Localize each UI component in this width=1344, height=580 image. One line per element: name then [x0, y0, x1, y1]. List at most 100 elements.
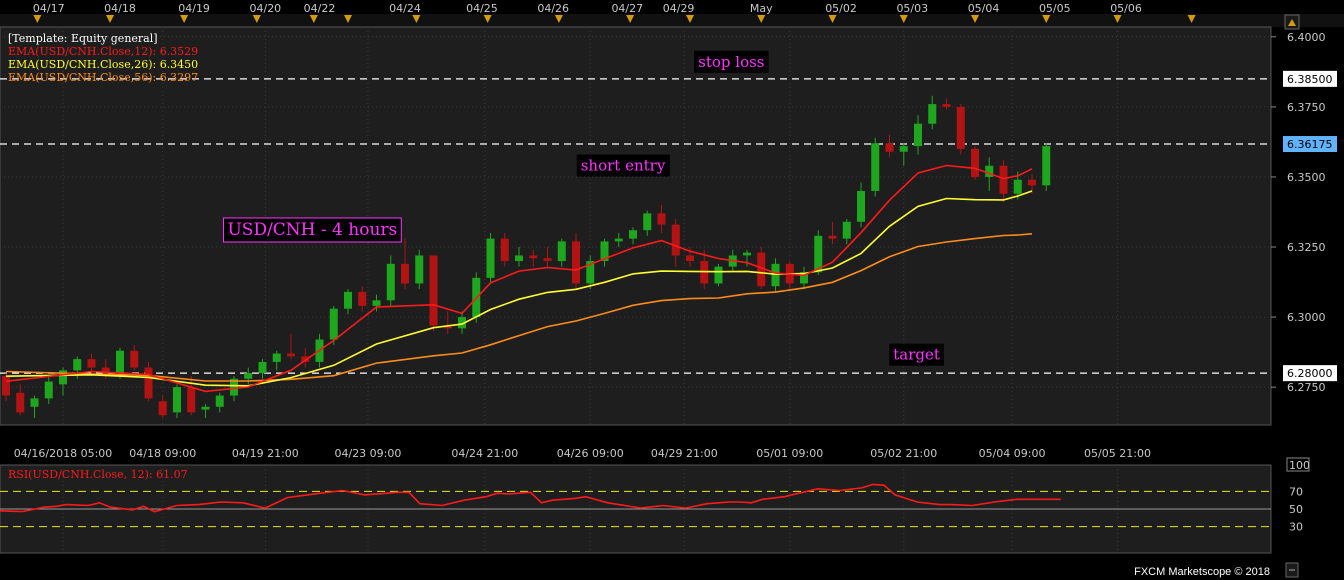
candle: [828, 235, 837, 239]
top-date-label: 04/18: [104, 2, 136, 15]
candle: [187, 387, 196, 413]
candle: [671, 224, 680, 256]
annotation-target: target: [893, 346, 940, 364]
y-tick-label: 6.3000: [1287, 311, 1326, 324]
candle: [714, 266, 723, 284]
annotation-usd-cnh-4-hours: USD/CNH - 4 hours: [227, 220, 397, 240]
candle: [30, 398, 39, 407]
candle: [486, 238, 495, 278]
candle: [116, 350, 124, 374]
corner-handle-icon[interactable]: [1285, 562, 1299, 578]
candle: [557, 241, 566, 262]
candle: [515, 255, 523, 262]
top-date-label: 04/24: [389, 2, 421, 15]
legend-ema26: EMA(USD/CNH.Close,26): 6.3450: [8, 58, 198, 71]
candle: [1028, 179, 1036, 186]
scroll-arrow-icon[interactable]: [1284, 14, 1300, 30]
candle: [500, 238, 509, 262]
candle: [842, 221, 851, 239]
candle: [543, 258, 552, 262]
top-date-label: 04/20: [249, 2, 281, 15]
candle: [999, 165, 1008, 194]
candle: [372, 300, 381, 306]
candle: [16, 392, 25, 413]
annotation-short-entry: short entry: [581, 157, 666, 175]
top-date-label: May: [750, 2, 773, 15]
top-date-label: 04/26: [537, 2, 569, 15]
top-date-label: 05/05: [1039, 2, 1071, 15]
candle: [401, 263, 409, 284]
candle: [144, 367, 153, 399]
y-tick-label: 6.3250: [1287, 241, 1326, 254]
candle: [130, 350, 139, 368]
candle: [329, 308, 338, 340]
candle: [686, 255, 694, 262]
legend-ema56: EMA(USD/CNH.Close,56): 6.3297: [8, 71, 198, 84]
candle: [173, 387, 181, 413]
candle: [942, 104, 951, 107]
rsi-tick-label: 30: [1289, 521, 1303, 534]
bottom-time-label: 04/16/2018 05:00: [14, 447, 113, 460]
y-tick-label: 6.3500: [1287, 171, 1326, 184]
candle: [287, 353, 295, 357]
candle: [643, 213, 652, 231]
candle: [44, 381, 53, 399]
level-price-label: 6.38500: [1287, 73, 1333, 86]
candle: [272, 353, 281, 362]
candle: [914, 123, 922, 147]
top-date-label: 04/27: [611, 2, 643, 15]
candle: [1013, 179, 1022, 194]
candle: [73, 359, 82, 371]
candle: [358, 291, 367, 306]
candle: [771, 263, 780, 287]
footer-copyright: FXCM Marketscope © 2018: [1134, 566, 1270, 578]
level-price-label: 6.28000: [1287, 367, 1333, 380]
bottom-time-label: 05/04 09:00: [979, 447, 1046, 460]
y-tick-label: 6.2750: [1287, 381, 1326, 394]
candle: [244, 373, 253, 379]
bottom-time-label: 05/02 21:00: [870, 447, 937, 460]
bottom-time-label: 05/01 09:00: [756, 447, 823, 460]
candle: [87, 359, 96, 368]
rsi-tick-label: 50: [1289, 503, 1303, 516]
top-date-label: 05/04: [968, 2, 1000, 15]
top-date-label: 04/19: [178, 2, 210, 15]
top-date-label: 04/22: [304, 2, 336, 15]
candle: [429, 255, 438, 326]
bottom-time-label: 04/19 21:00: [232, 447, 299, 460]
fx-chart: stop loss short entry USD/CNH - 4 hours tar…: [0, 0, 1344, 580]
candle: [572, 241, 580, 284]
y-tick-label: 6.4000: [1287, 31, 1326, 44]
candle: [386, 263, 395, 301]
candle: [871, 143, 880, 191]
level-price-label: 6.36175: [1287, 138, 1333, 151]
bottom-time-label: 04/29 21:00: [651, 447, 718, 460]
y-tick-label: 6.3750: [1287, 101, 1326, 114]
candle: [415, 255, 424, 284]
top-date-label: 04/29: [663, 2, 695, 15]
candle: [158, 401, 167, 416]
price-plot-area: [0, 26, 1272, 426]
top-date-strip: [0, 14, 1344, 27]
rsi-label: RSI(USD/CNH.Close, 12): 61.07: [8, 468, 188, 481]
candle: [956, 106, 965, 149]
candle: [344, 291, 352, 309]
top-date-label: 04/25: [466, 2, 498, 15]
top-date-label: 05/06: [1110, 2, 1142, 15]
candle: [743, 252, 751, 256]
top-date-label: 04/17: [33, 2, 65, 15]
legend-ema12: EMA(USD/CNH.Close,12): 6.3529: [8, 45, 198, 58]
candle: [899, 146, 908, 152]
candle: [971, 148, 979, 177]
bottom-time-label: 04/18 09:00: [129, 447, 196, 460]
candle: [201, 406, 210, 410]
top-date-label: 05/03: [896, 2, 928, 15]
template-label: [Template: Equity general]: [8, 32, 158, 45]
bottom-time-label: 05/05 21:00: [1084, 447, 1151, 460]
candle: [1042, 146, 1051, 186]
bottom-time-label: 04/24 21:00: [451, 447, 518, 460]
bottom-time-label: 04/23 09:00: [334, 447, 401, 460]
candle: [885, 143, 894, 152]
candle: [529, 255, 538, 259]
bottom-time-label: 04/26 09:00: [557, 447, 624, 460]
